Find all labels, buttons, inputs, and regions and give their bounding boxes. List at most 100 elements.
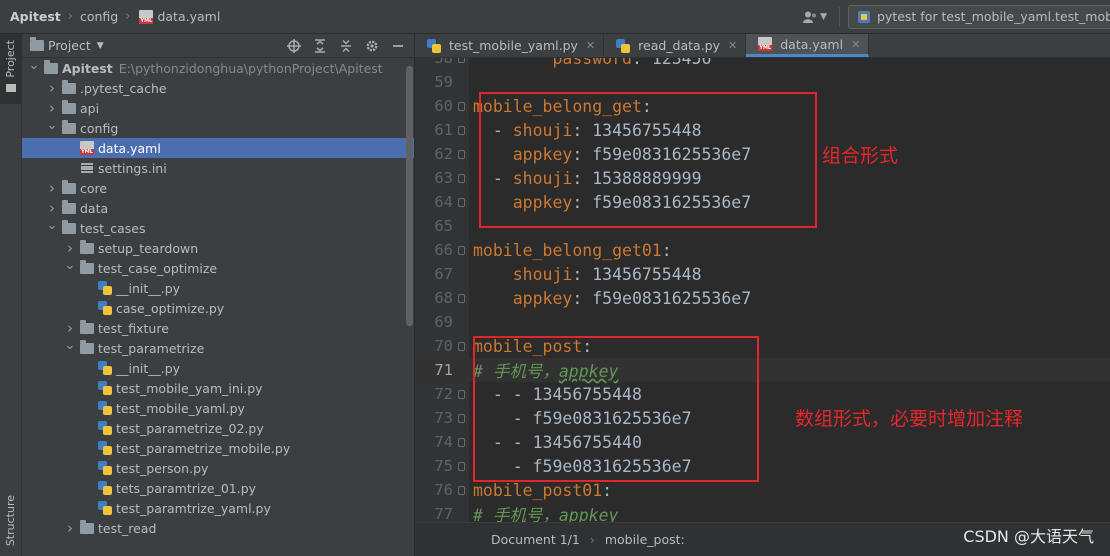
tree-item[interactable]: › data: [22, 198, 414, 218]
fold-marker-icon[interactable]: [453, 245, 469, 255]
fold-marker-icon[interactable]: [453, 293, 469, 303]
chevron-down-icon[interactable]: ⌄: [44, 118, 60, 133]
folder-icon: [78, 519, 96, 536]
chevron-down-icon[interactable]: ⌄: [62, 258, 78, 273]
fold-marker-icon[interactable]: [453, 101, 469, 111]
expand-all-icon[interactable]: [311, 37, 328, 54]
line-number: 70: [434, 337, 453, 355]
tree-item[interactable]: test_mobile_yaml.py: [22, 398, 414, 418]
chevron-right-icon[interactable]: ›: [62, 319, 78, 337]
tree-item[interactable]: test_parametrize_mobile.py: [22, 438, 414, 458]
tree-item[interactable]: settings.ini: [22, 158, 414, 178]
editor-tab[interactable]: data.yaml ✕: [746, 34, 870, 57]
project-tree[interactable]: ⌄ Apitest E:\pythonzidonghua\pythonProject…: [22, 58, 414, 538]
fold-marker-icon[interactable]: [453, 341, 469, 351]
fold-marker-icon[interactable]: [453, 173, 469, 183]
tree-item[interactable]: › setup_teardown: [22, 238, 414, 258]
fold-marker-icon[interactable]: [453, 437, 469, 447]
code-line[interactable]: 68 appkey: f59e0831625536e7: [415, 286, 1110, 310]
tree-item[interactable]: case_optimize.py: [22, 298, 414, 318]
code-line[interactable]: 66 mobile_belong_get01:: [415, 238, 1110, 262]
code-line[interactable]: 69: [415, 310, 1110, 334]
line-number: 73: [434, 409, 453, 427]
project-scrollbar[interactable]: [406, 66, 413, 326]
tree-item[interactable]: ⌄ test_cases: [22, 218, 414, 238]
fold-marker-icon[interactable]: [453, 197, 469, 207]
fold-marker-icon[interactable]: [453, 58, 469, 63]
structure-tool-tab[interactable]: Structure: [0, 492, 21, 556]
tree-item[interactable]: test_mobile_yam_ini.py: [22, 378, 414, 398]
tree-item[interactable]: › core: [22, 178, 414, 198]
vcs-user-button[interactable]: ▼: [803, 11, 827, 23]
tree-item[interactable]: test_paramtrize_yaml.py: [22, 498, 414, 518]
breadcrumb-item-file[interactable]: data.yaml: [137, 9, 220, 25]
breadcrumb-separator-icon: ›: [589, 532, 595, 547]
editor-tab[interactable]: read_data.py ✕: [604, 34, 747, 57]
python-file-icon: [96, 440, 114, 456]
document-indicator[interactable]: Document 1/1: [491, 532, 580, 547]
breadcrumb-item-project[interactable]: Apitest: [10, 9, 61, 24]
tree-item[interactable]: ⌄ config: [22, 118, 414, 138]
yaml-value: [473, 265, 513, 284]
tree-item[interactable]: ⌄ test_case_optimize: [22, 258, 414, 278]
python-file-icon: [96, 280, 114, 296]
folder-icon: [60, 99, 78, 116]
editor-tab[interactable]: test_mobile_yaml.py ✕: [415, 34, 605, 57]
code-text: mobile_post01:: [469, 481, 612, 500]
folder-icon: [78, 259, 96, 276]
project-view-selector[interactable]: Project ▼: [28, 37, 104, 54]
yaml-key: appkey: [512, 288, 573, 308]
yaml-comment: # 手机号，appkey: [473, 506, 619, 522]
yaml-path-indicator[interactable]: mobile_post:: [605, 532, 685, 547]
tree-item[interactable]: ⌄ test_parametrize: [22, 338, 414, 358]
run-configuration-selector[interactable]: pytest for test_mobile_yaml.test_mobile_: [848, 4, 1110, 29]
folder-icon: [60, 79, 78, 96]
yaml-file-icon: [756, 36, 774, 52]
tree-item[interactable]: › .pytest_cache: [22, 78, 414, 98]
chevron-right-icon[interactable]: ›: [44, 99, 60, 117]
yaml-key: shouji: [512, 264, 573, 284]
code-line[interactable]: 67 shouji: 13456755448: [415, 262, 1110, 286]
collapse-all-icon[interactable]: [337, 37, 354, 54]
breadcrumb-item-folder[interactable]: config: [80, 9, 118, 24]
tree-item[interactable]: test_parametrize_02.py: [22, 418, 414, 438]
yaml-key: mobile_post01: [473, 480, 603, 500]
locate-file-icon[interactable]: [285, 37, 302, 54]
fold-marker-icon[interactable]: [453, 125, 469, 135]
tree-item[interactable]: ⌄ Apitest E:\pythonzidonghua\pythonProject…: [22, 58, 414, 78]
fold-marker-icon[interactable]: [453, 461, 469, 471]
chevron-right-icon[interactable]: ›: [44, 199, 60, 217]
tree-item[interactable]: __init__.py: [22, 278, 414, 298]
close-icon[interactable]: ✕: [728, 39, 737, 52]
hide-panel-icon[interactable]: [389, 37, 406, 54]
code-line[interactable]: 58 password: 123456: [415, 58, 1110, 70]
tree-item[interactable]: __init__.py: [22, 358, 414, 378]
chevron-right-icon[interactable]: ›: [44, 179, 60, 197]
chevron-down-icon[interactable]: ⌄: [26, 58, 42, 73]
fold-marker-icon[interactable]: [453, 389, 469, 399]
folder-icon: [60, 199, 78, 216]
line-number: 64: [434, 193, 453, 211]
tree-item[interactable]: test_person.py: [22, 458, 414, 478]
tree-item-label: __init__.py: [116, 360, 181, 376]
fold-marker-icon[interactable]: [453, 413, 469, 423]
chevron-down-icon[interactable]: ⌄: [62, 338, 78, 353]
close-icon[interactable]: ✕: [586, 39, 595, 52]
fold-marker-icon[interactable]: [453, 149, 469, 159]
chevron-down-icon[interactable]: ⌄: [44, 218, 60, 233]
close-icon[interactable]: ✕: [851, 38, 860, 51]
code-line[interactable]: 77 # 手机号，appkey: [415, 502, 1110, 522]
gear-icon[interactable]: [363, 37, 380, 54]
chevron-right-icon[interactable]: ›: [62, 239, 78, 257]
tree-item[interactable]: data.yaml: [22, 138, 414, 158]
chevron-right-icon[interactable]: ›: [44, 79, 60, 97]
code-line[interactable]: 59: [415, 70, 1110, 94]
fold-marker-icon[interactable]: [453, 485, 469, 495]
tree-item[interactable]: › test_read: [22, 518, 414, 538]
tree-item[interactable]: › api: [22, 98, 414, 118]
tree-item[interactable]: › test_fixture: [22, 318, 414, 338]
chevron-right-icon[interactable]: ›: [62, 519, 78, 537]
project-tool-tab[interactable]: Project: [0, 34, 21, 104]
folder-icon: [60, 179, 78, 196]
tree-item[interactable]: tets_paramtrize_01.py: [22, 478, 414, 498]
